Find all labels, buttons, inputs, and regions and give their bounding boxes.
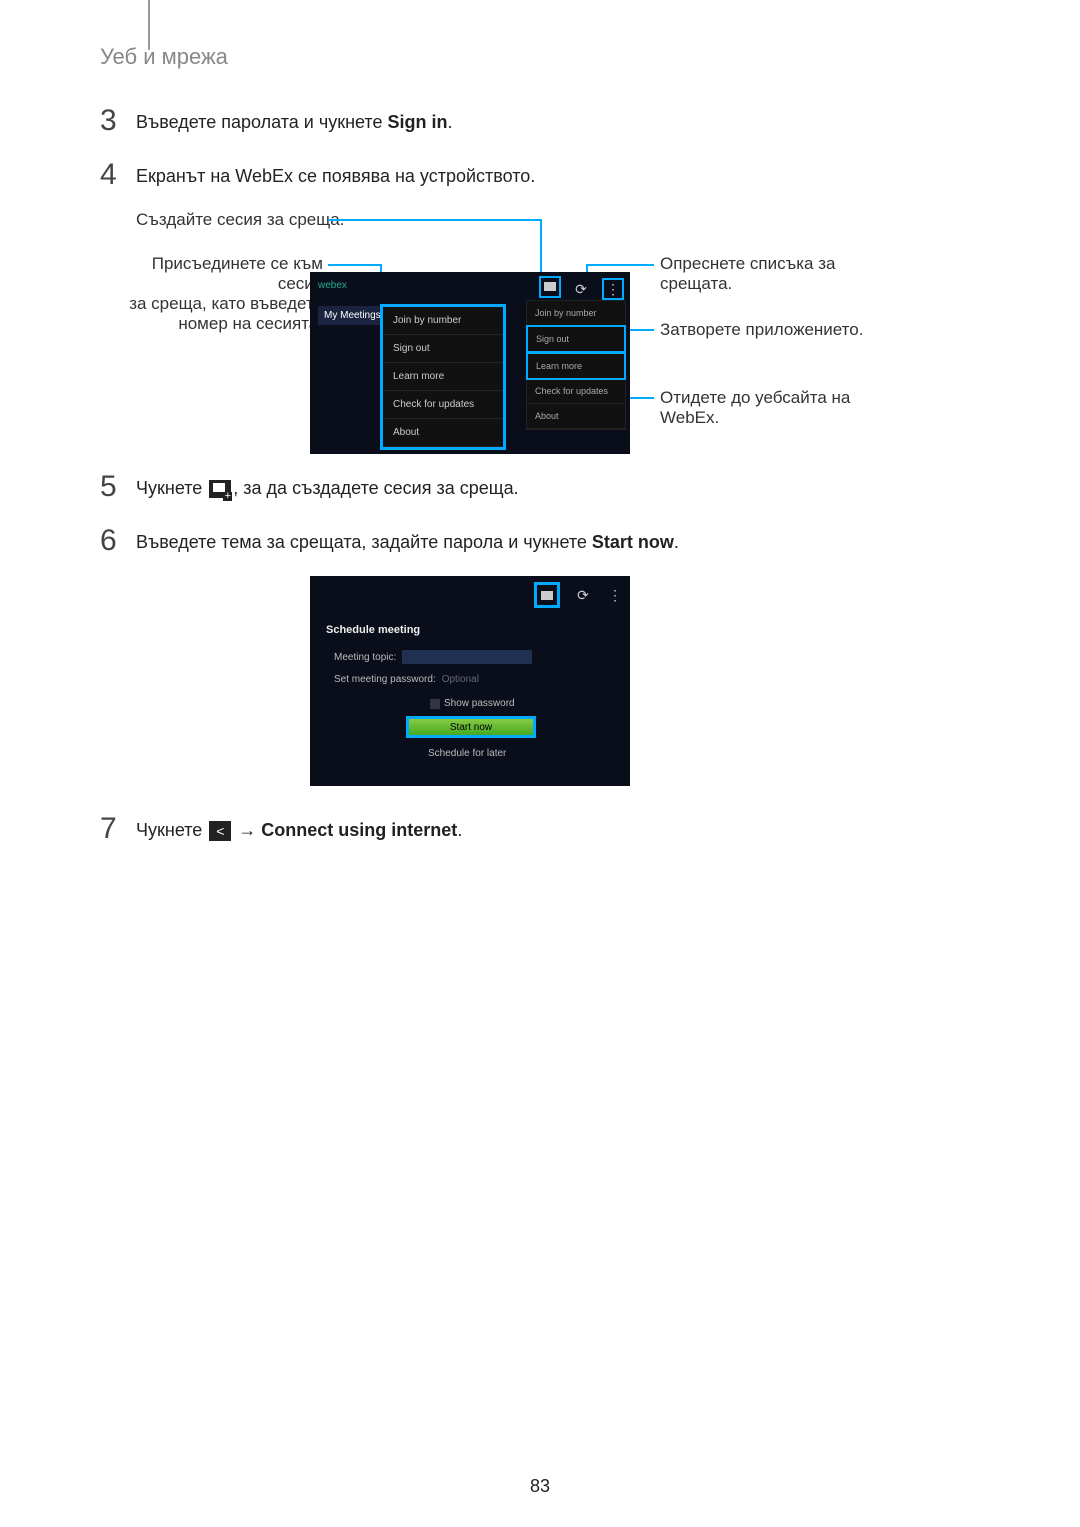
create-meeting-icon — [539, 276, 561, 298]
text: . — [457, 820, 462, 840]
webex-main-screenshot: webex My Meetings ⟳ ⋮ Join by number Sig… — [310, 272, 630, 454]
meeting-password-row: Set meeting password: Optional — [334, 674, 479, 685]
section-header: Уеб и мрежа — [100, 44, 228, 70]
step-number: 3 — [100, 106, 136, 136]
refresh-icon: ⟳ — [572, 280, 590, 298]
checkbox-icon — [430, 699, 440, 709]
text: Въведете паролата и чукнете — [136, 112, 387, 132]
menu-icon: ⋮ — [606, 586, 624, 604]
schedule-later-link: Schedule for later — [428, 748, 506, 759]
webex-logo: webex — [318, 280, 347, 291]
menu-item: Check for updates — [383, 391, 503, 419]
show-password-row: Show password — [430, 698, 515, 709]
meeting-topic-field — [402, 650, 532, 664]
text-line: Присъединете се към сесия — [103, 254, 323, 294]
create-meeting-icon-highlighted — [534, 582, 560, 608]
menu-item: About — [383, 419, 503, 447]
callout-refresh: Опреснете списъка за срещата. — [660, 254, 835, 294]
step-number: 7 — [100, 814, 136, 844]
label: Set meeting password: — [334, 674, 436, 685]
callout-close-app: Затворете приложението. — [660, 320, 863, 340]
callout-website: Отидете до уебсайта на WebEx. — [660, 388, 850, 428]
meeting-topic-row: Meeting topic: — [334, 650, 532, 664]
label: Show password — [444, 698, 515, 709]
start-now-button-highlighted: Start now — [406, 716, 536, 738]
text: . — [447, 112, 452, 132]
share-inline-icon: < — [209, 821, 231, 841]
menu-item: About — [527, 404, 625, 429]
text-line: Отидете до уебсайта на — [660, 388, 850, 408]
step-text: Въведете паролата и чукнете Sign in. — [136, 106, 453, 133]
text: , за да създадете сесия за среща. — [233, 478, 518, 498]
menu-item: Join by number — [383, 307, 503, 335]
menu-item-signout-highlighted: Sign out — [526, 325, 626, 353]
step-number: 4 — [100, 160, 136, 190]
text: Чукнете — [136, 478, 207, 498]
step-7: 7 Чукнете < → Connect using internet. — [100, 814, 462, 844]
start-now-button: Start now — [409, 719, 533, 735]
text: . — [674, 532, 679, 552]
callout-create-session: Създайте сесия за среща. — [136, 210, 344, 230]
step-3: 3 Въведете паролата и чукнете Sign in. — [100, 106, 453, 136]
arrow: → — [233, 820, 261, 840]
text: Въведете тема за срещата, задайте парола… — [136, 532, 592, 552]
menu-item: Check for updates — [527, 379, 625, 404]
menu-item: Sign out — [383, 335, 503, 363]
placeholder-text: Optional — [442, 674, 479, 685]
text-line: срещата. — [660, 274, 835, 294]
context-menu-small: Join by number Sign out Learn more Check… — [526, 300, 626, 430]
callout-join-session: Присъединете се към сесия за среща, като… — [103, 254, 323, 334]
my-meetings-tab: My Meetings — [318, 306, 387, 325]
text-bold: Sign in — [387, 112, 447, 132]
text-line: Опреснете списъка за — [660, 254, 835, 274]
step-number: 5 — [100, 472, 136, 502]
text: Чукнете — [136, 820, 207, 840]
step-6: 6 Въведете тема за срещата, задайте паро… — [100, 526, 679, 556]
context-menu-large: Join by number Sign out Learn more Check… — [380, 304, 506, 450]
menu-item: Learn more — [383, 363, 503, 391]
step-4: 4 Екранът на WebEx се появява на устройс… — [100, 160, 535, 190]
text-bold: Start now — [592, 532, 674, 552]
menu-item: Join by number — [527, 301, 625, 326]
menu-icon: ⋮ — [602, 278, 624, 300]
schedule-meeting-screenshot: ⟳ ⋮ Schedule meeting Meeting topic: Set … — [310, 576, 630, 786]
step-text: Чукнете < → Connect using internet. — [136, 814, 462, 841]
refresh-icon: ⟳ — [574, 586, 592, 604]
text-line: номер на сесията. — [103, 314, 323, 334]
step-number: 6 — [100, 526, 136, 556]
menu-item-learn-highlighted: Learn more — [526, 352, 626, 380]
schedule-meeting-title: Schedule meeting — [326, 624, 420, 636]
step-text: Екранът на WebEx се появява на устройств… — [136, 160, 535, 187]
step-5: 5 Чукнете , за да създадете сесия за сре… — [100, 472, 519, 502]
page-number: 83 — [530, 1476, 550, 1497]
text-line: WebEx. — [660, 408, 850, 428]
step-text: Въведете тема за срещата, задайте парола… — [136, 526, 679, 553]
create-meeting-inline-icon — [209, 480, 231, 498]
label: Meeting topic: — [334, 652, 396, 663]
text-bold: Connect using internet — [261, 820, 457, 840]
text-line: за среща, като въведете — [103, 294, 323, 314]
step-text: Чукнете , за да създадете сесия за среща… — [136, 472, 519, 499]
